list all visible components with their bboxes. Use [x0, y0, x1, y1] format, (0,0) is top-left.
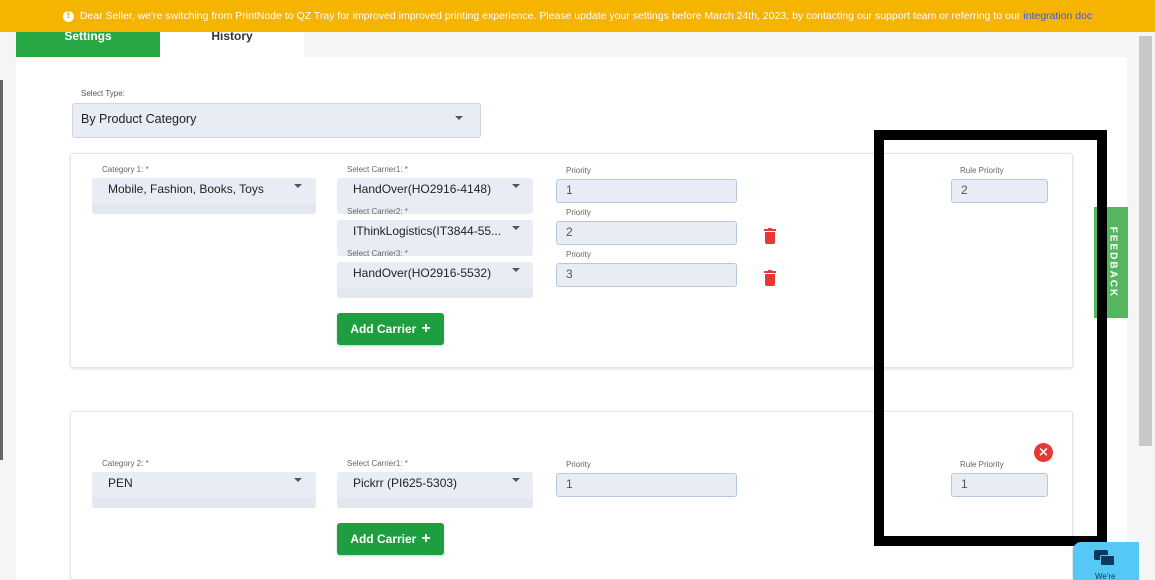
carrier-dropdown[interactable]: Pickrr (PI625-5303)	[337, 472, 533, 508]
chevron-down-icon	[512, 478, 520, 482]
carrier-label: Select Carrier2: *	[347, 207, 408, 216]
add-carrier-button[interactable]: Add Carrier +	[337, 523, 444, 555]
tab-history[interactable]: History	[160, 32, 304, 57]
tab-settings[interactable]: Settings	[16, 32, 160, 57]
integration-doc-link[interactable]: integration doc	[1023, 10, 1092, 22]
chevron-down-icon	[512, 184, 520, 188]
chevron-down-icon	[294, 478, 302, 482]
banner-message: Dear Seller, we're switching from PrintN…	[79, 10, 1021, 22]
chat-icon	[1094, 550, 1116, 568]
select-type-value: By Product Category	[81, 112, 197, 126]
left-edge-divider	[0, 80, 3, 460]
priority-label: Priority	[566, 250, 591, 259]
carrier-value: HandOver(HO2916-4148)	[353, 182, 492, 196]
select-type-dropdown[interactable]: By Product Category	[72, 103, 481, 138]
add-carrier-label: Add Carrier	[350, 322, 417, 336]
chevron-down-icon	[512, 226, 520, 230]
feedback-label: FEEDBACK	[1107, 226, 1119, 299]
chevron-down-icon	[512, 268, 520, 272]
priority-label: Priority	[566, 208, 591, 217]
carrier-value: HandOver(HO2916-5532)	[353, 266, 492, 280]
carrier-dropdown[interactable]: HandOver(HO2916-5532)	[337, 262, 533, 298]
priority-input[interactable]: 3	[556, 263, 737, 287]
priority-input[interactable]: 1	[556, 473, 737, 497]
category-value: PEN	[108, 476, 133, 490]
plus-icon: +	[421, 530, 431, 547]
chevron-down-icon	[294, 184, 302, 188]
info-icon: !	[62, 10, 74, 22]
priority-label: Priority	[566, 166, 591, 175]
priority-label: Priority	[566, 460, 591, 469]
trash-icon[interactable]	[764, 228, 776, 244]
category-value: Mobile, Fashion, Books, Toys	[108, 182, 264, 196]
chat-label: We're	[1095, 572, 1116, 580]
carrier-label: Select Carrier1: *	[347, 165, 408, 174]
chat-widget[interactable]: We're	[1073, 542, 1139, 580]
plus-icon: +	[421, 320, 431, 337]
carrier-label: Select Carrier3: *	[347, 249, 408, 258]
category-label: Category 2: *	[102, 459, 149, 468]
category-dropdown[interactable]: PEN	[92, 472, 316, 508]
priority-input[interactable]: 2	[556, 221, 737, 245]
scrollbar[interactable]	[1139, 36, 1152, 446]
announcement-banner: ! Dear Seller, we're switching from Prin…	[0, 0, 1155, 32]
carrier-label: Select Carrier1: *	[347, 459, 408, 468]
highlight-annotation-box	[874, 130, 1107, 546]
carrier-value: Pickrr (PI625-5303)	[353, 476, 458, 490]
priority-input[interactable]: 1	[556, 179, 737, 203]
add-carrier-label: Add Carrier	[350, 532, 417, 546]
category-dropdown[interactable]: Mobile, Fashion, Books, Toys	[92, 178, 316, 214]
add-carrier-button[interactable]: Add Carrier +	[337, 313, 444, 345]
chevron-down-icon	[455, 116, 463, 120]
select-type-label: Select Type:	[81, 89, 125, 98]
trash-icon[interactable]	[764, 270, 776, 286]
carrier-value: IThinkLogistics(IT3844-55...	[353, 224, 502, 238]
category-label: Category 1: *	[102, 165, 149, 174]
